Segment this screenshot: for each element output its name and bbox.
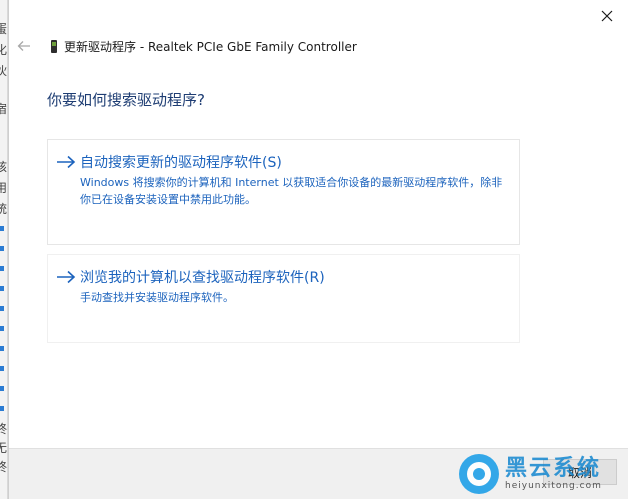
background-char: 无 bbox=[0, 441, 7, 455]
background-char: 蛋 bbox=[0, 22, 7, 36]
window-title: 更新驱动程序 - Realtek PCIe GbE Family Control… bbox=[64, 39, 357, 54]
title-bar: 更新驱动程序 - Realtek PCIe GbE Family Control… bbox=[15, 36, 357, 56]
tree-item-marker bbox=[0, 406, 4, 411]
background-char: 宿 bbox=[0, 102, 7, 116]
browse-computer-option-description: 手动查找并安装驱动程序软件。 bbox=[80, 291, 234, 304]
network-adapter-icon bbox=[51, 39, 57, 53]
tree-item-marker bbox=[0, 286, 4, 291]
tree-item-marker bbox=[0, 266, 4, 271]
tree-item-marker bbox=[0, 246, 4, 251]
tree-item-marker bbox=[0, 306, 4, 311]
update-driver-dialog: 更新驱动程序 - Realtek PCIe GbE Family Control… bbox=[8, 0, 628, 499]
close-button[interactable] bbox=[596, 5, 618, 27]
tree-item-marker bbox=[0, 226, 4, 231]
background-window-edge: 蛋 化 伙 宿 核 用 统 终 无 终 bbox=[0, 0, 8, 499]
tree-item-marker bbox=[0, 386, 4, 391]
background-char: 终 bbox=[0, 460, 7, 474]
browse-computer-option-title: 浏览我的计算机以查找驱动程序软件(R) bbox=[80, 270, 325, 286]
auto-search-option[interactable]: 自动搜索更新的驱动程序软件(S) Windows 将搜索你的计算机和 Inter… bbox=[47, 139, 520, 245]
search-question-heading: 你要如何搜索驱动程序? bbox=[47, 91, 205, 109]
auto-search-option-title: 自动搜索更新的驱动程序软件(S) bbox=[80, 155, 282, 171]
site-watermark: 黑云系统 heiyunxitong.com bbox=[459, 452, 614, 496]
watermark-url: heiyunxitong.com bbox=[505, 481, 602, 491]
watermark-name: 黑云系统 bbox=[505, 456, 602, 481]
watermark-logo-icon bbox=[459, 454, 499, 494]
back-button[interactable] bbox=[15, 37, 33, 55]
browse-computer-option[interactable]: 浏览我的计算机以查找驱动程序软件(R) 手动查找并安装驱动程序软件。 bbox=[47, 254, 520, 343]
background-char: 伙 bbox=[0, 64, 7, 78]
background-char: 终 bbox=[0, 422, 7, 436]
tree-item-marker bbox=[0, 346, 4, 351]
right-arrow-icon bbox=[56, 270, 76, 284]
background-char: 统 bbox=[0, 202, 7, 216]
auto-search-option-description: Windows 将搜索你的计算机和 Internet 以获取适合你设备的最新驱动… bbox=[80, 176, 503, 206]
tree-item-marker bbox=[0, 366, 4, 371]
close-icon bbox=[601, 10, 613, 22]
background-char: 化 bbox=[0, 43, 7, 57]
right-arrow-icon bbox=[56, 155, 76, 169]
tree-item-marker bbox=[0, 326, 4, 331]
background-char: 用 bbox=[0, 181, 7, 195]
back-arrow-icon bbox=[17, 41, 30, 51]
background-char: 核 bbox=[0, 160, 7, 174]
